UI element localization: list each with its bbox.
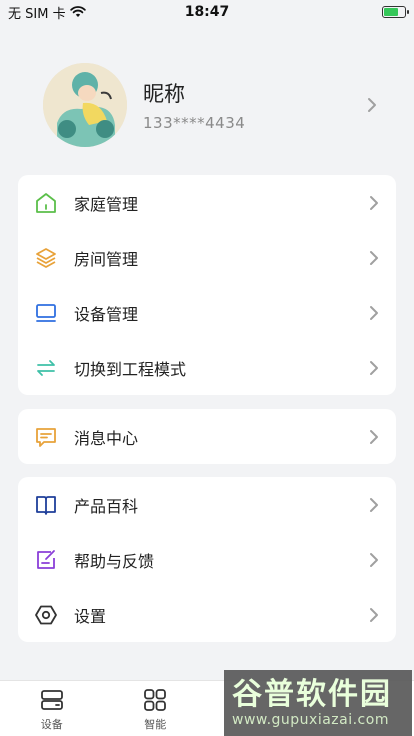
phone-number: 133****4434 [143, 114, 246, 132]
battery-icon [382, 6, 409, 18]
menu-card-messages: 消息中心 [18, 409, 396, 464]
menu-label: 设置 [74, 606, 107, 626]
switch-arrows-icon [32, 354, 60, 382]
profile-text: 昵称 133****4434 [143, 78, 366, 132]
grid-icon [144, 689, 167, 711]
chevron-right-icon [370, 250, 378, 265]
home-icon [32, 189, 60, 217]
status-time: 18:47 [184, 4, 230, 20]
menu-item-message-center[interactable]: 消息中心 [18, 409, 396, 464]
menu-label: 家庭管理 [74, 194, 139, 214]
menu-label: 房间管理 [74, 249, 139, 269]
edit-note-icon [32, 546, 60, 574]
profile-header[interactable]: 昵称 133****4434 [0, 60, 414, 150]
tab-smart[interactable]: 智能 [104, 681, 208, 736]
menu-label: 消息中心 [74, 428, 139, 448]
watermark-sub: www.gupuxiazai.com [232, 712, 389, 728]
menu-label: 设备管理 [74, 304, 139, 324]
hexagon-settings-icon [32, 601, 60, 629]
status-bar: 无 SIM 卡 18:47 [0, 0, 414, 24]
menu-item-engineering-mode[interactable]: 切换到工程模式 [18, 340, 396, 395]
menu-item-room-management[interactable]: 房间管理 [18, 230, 396, 285]
chevron-right-icon[interactable] [366, 97, 378, 113]
avatar-illustration [43, 63, 127, 147]
menu-item-device-management[interactable]: 设备管理 [18, 285, 396, 340]
menu-item-settings[interactable]: 设置 [18, 587, 396, 642]
chevron-right-icon [370, 195, 378, 210]
chevron-right-icon [370, 305, 378, 320]
avatar[interactable] [43, 63, 127, 147]
message-icon [32, 423, 60, 451]
menu-label: 切换到工程模式 [74, 359, 187, 379]
menu-item-product-wiki[interactable]: 产品百科 [18, 477, 396, 532]
watermark: 谷普软件园 www.gupuxiazai.com [224, 670, 412, 736]
tab-label: 智能 [144, 718, 167, 731]
book-icon [32, 491, 60, 519]
chevron-right-icon [370, 360, 378, 375]
menu-item-home-management[interactable]: 家庭管理 [18, 175, 396, 230]
menu-item-help-feedback[interactable]: 帮助与反馈 [18, 532, 396, 587]
layers-icon [32, 244, 60, 272]
chevron-right-icon [370, 429, 378, 444]
menu-card-support: 产品百科 帮助与反馈 设置 [18, 477, 396, 642]
menu-label: 帮助与反馈 [74, 551, 155, 571]
menu-label: 产品百科 [74, 496, 139, 516]
nickname: 昵称 [143, 82, 185, 106]
chevron-right-icon [370, 552, 378, 567]
chevron-right-icon [370, 497, 378, 512]
chevron-right-icon [370, 607, 378, 622]
tab-label: 设备 [40, 718, 63, 731]
tab-device[interactable]: 设备 [0, 681, 104, 736]
device-icon [40, 690, 63, 710]
watermark-main: 谷普软件园 [232, 677, 392, 712]
menu-card-management: 家庭管理 房间管理 设备管理 切换到工程模式 [18, 175, 396, 395]
monitor-icon [32, 299, 60, 327]
